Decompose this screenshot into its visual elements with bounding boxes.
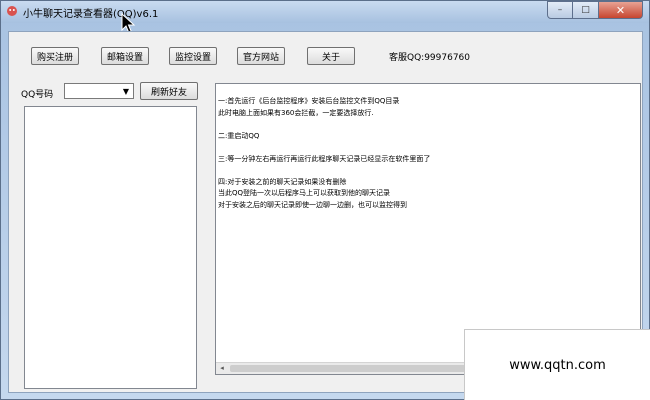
qq-number-select[interactable]: ▼	[64, 83, 134, 99]
friend-list[interactable]	[24, 106, 197, 389]
site-watermark: www.qqtn.com	[464, 329, 650, 400]
log-line: 三:等一分钟左右再运行再运行此程序聊天记录已经显示在软件里面了	[218, 154, 431, 163]
log-line: 当此QQ登陆一次以后程序马上可以获取到他的聊天记录	[218, 189, 391, 197]
monitor-settings-button[interactable]: 监控设置	[169, 47, 217, 65]
about-button[interactable]: 关于	[307, 47, 355, 65]
log-line: 此时电脑上面如果有360会拦截，一定要选择放行.	[218, 108, 374, 117]
mail-settings-button[interactable]: 邮箱设置	[101, 47, 149, 65]
window-title: 小牛聊天记录查看器(QQ)v6.1	[23, 9, 159, 20]
log-text: 一:首先运行《后台监控程序》安装后台监控文件到QQ目录 此时电脑上面如果有360…	[218, 96, 430, 211]
refresh-friends-button[interactable]: 刷新好友	[140, 82, 198, 100]
close-button[interactable]: ✕	[599, 1, 643, 19]
title-bar[interactable]: 小牛聊天记录查看器(QQ)v6.1 – □ ✕	[1, 1, 649, 23]
maximize-button[interactable]: □	[573, 1, 599, 19]
log-line: 一:首先运行《后台监控程序》安装后台监控文件到QQ目录	[218, 97, 400, 105]
qq-number-label: QQ号码	[21, 90, 54, 100]
app-icon	[7, 6, 17, 16]
scrollbar-thumb[interactable]	[230, 365, 470, 372]
log-line: 二:重启动QQ	[218, 131, 260, 140]
app-window: 小牛聊天记录查看器(QQ)v6.1 – □ ✕ 购买注册 邮箱设置 监控设置 官…	[0, 0, 650, 400]
log-line: 四:对于安装之前的聊天记录如果没有删除	[218, 177, 347, 186]
window-controls: – □ ✕	[547, 1, 643, 19]
official-website-button[interactable]: 官方网站	[237, 47, 285, 65]
chevron-down-icon: ▼	[122, 87, 129, 96]
scroll-left-icon[interactable]: ◂	[217, 364, 227, 373]
minimize-button[interactable]: –	[547, 1, 573, 19]
buy-register-button[interactable]: 购买注册	[31, 47, 79, 65]
customer-service-qq: 客服QQ:99976760	[389, 53, 471, 63]
log-line: 对于安装之后的聊天记录即使一边聊一边删，也可以监控得到	[218, 200, 407, 209]
